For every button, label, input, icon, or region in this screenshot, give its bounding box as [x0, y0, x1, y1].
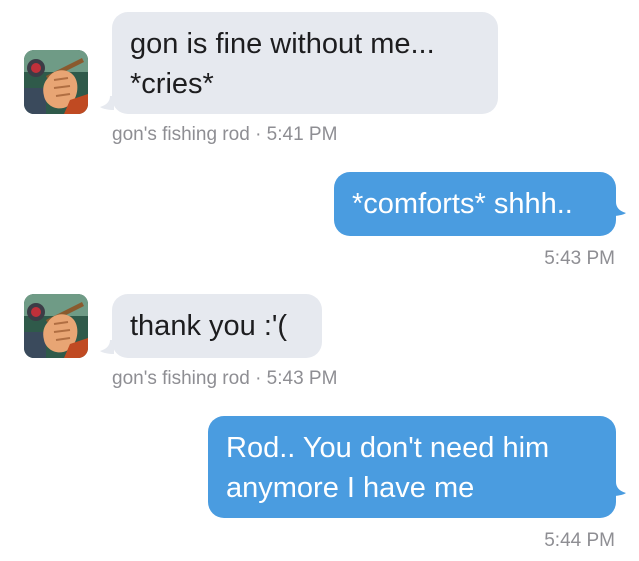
message-text-line: thank you :'( [130, 310, 288, 342]
message-text-line: Rod.. You don't need him [226, 432, 550, 464]
outgoing-message-bubble[interactable]: *comforts* shhh.. [334, 172, 616, 236]
outgoing-message-bubble[interactable]: Rod.. You don't need him anymore I have … [208, 416, 616, 518]
avatar[interactable] [24, 294, 88, 358]
bubble-tail [100, 340, 114, 354]
message-text-line: *comforts* shhh.. [352, 188, 573, 220]
message-timestamp: 5:43 PM [266, 368, 338, 389]
message-timestamp: 5:43 PM [544, 248, 615, 269]
meta-separator: · [255, 368, 262, 389]
fishing-rod-hand-icon [24, 294, 88, 358]
sender-name: gon's fishing rod [112, 124, 250, 145]
message-meta: 5:43 PM [544, 248, 615, 270]
incoming-message-bubble[interactable]: thank you :'( [112, 294, 322, 358]
message-text-line: *cries* [130, 68, 214, 100]
bubble-tail [612, 202, 626, 216]
message-timestamp: 5:41 PM [266, 124, 338, 145]
message-timestamp: 5:44 PM [544, 530, 615, 551]
message-meta: gon's fishing rod · 5:43 PM [112, 368, 337, 390]
incoming-message-bubble[interactable]: gon is fine without me... *cries* [112, 12, 498, 114]
bubble-tail [612, 482, 626, 496]
fishing-rod-hand-icon [24, 50, 88, 114]
sender-name: gon's fishing rod [112, 368, 250, 389]
message-text-line: gon is fine without me... [130, 28, 435, 60]
message-text-line: anymore I have me [226, 472, 475, 504]
bubble-tail [100, 96, 114, 110]
avatar[interactable] [24, 50, 88, 114]
meta-separator: · [255, 124, 262, 145]
message-meta: 5:44 PM [544, 530, 615, 552]
message-meta: gon's fishing rod · 5:41 PM [112, 124, 337, 146]
